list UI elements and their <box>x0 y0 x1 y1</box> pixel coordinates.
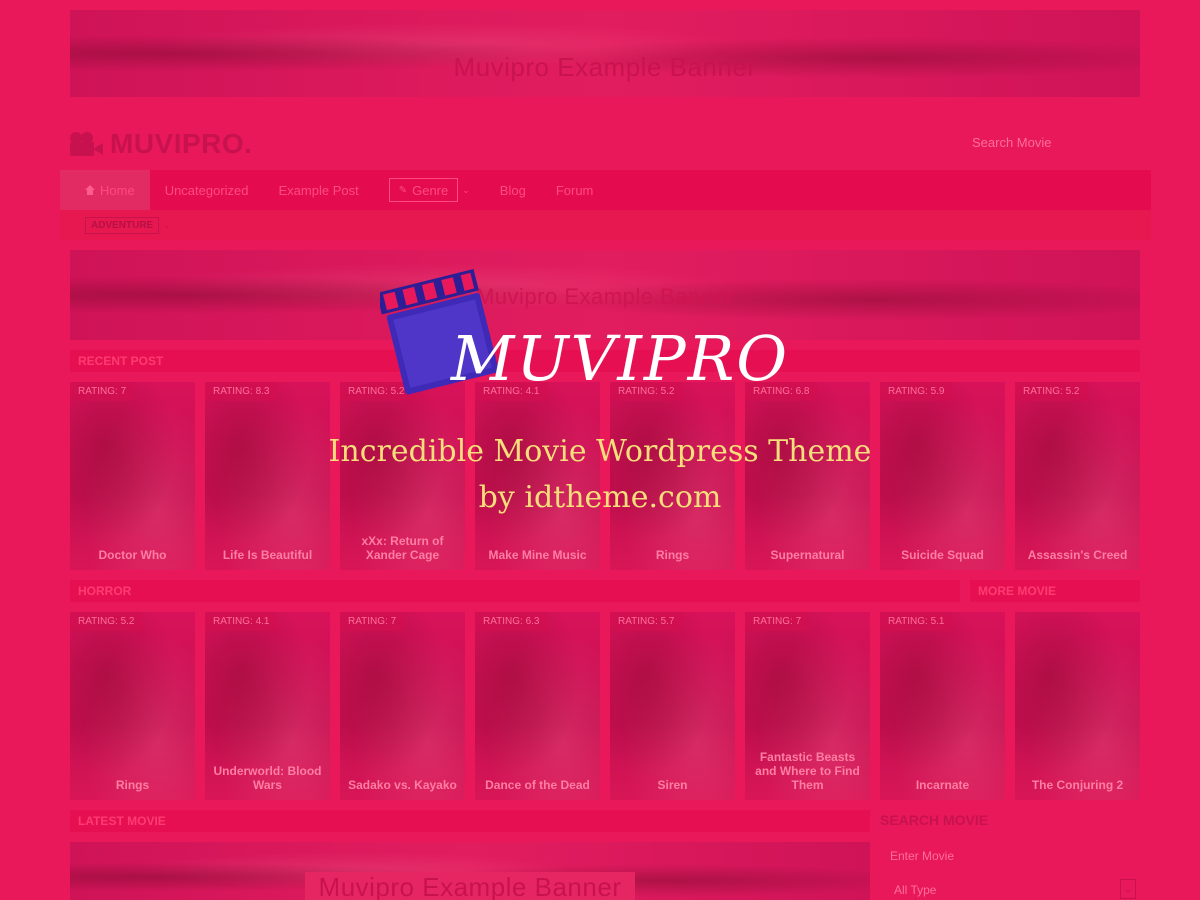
theme-preview: Muvipro Example Banner MUVIPRO. Search M… <box>0 0 1200 900</box>
overlay-subtitle: Incredible Movie Wordpress Theme <box>328 434 872 469</box>
promo-overlay: MUVIPRO Incredible Movie Wordpress Theme… <box>0 0 1200 900</box>
overlay-title: MUVIPRO <box>450 322 790 395</box>
overlay-credit: by idtheme.com <box>478 480 722 515</box>
